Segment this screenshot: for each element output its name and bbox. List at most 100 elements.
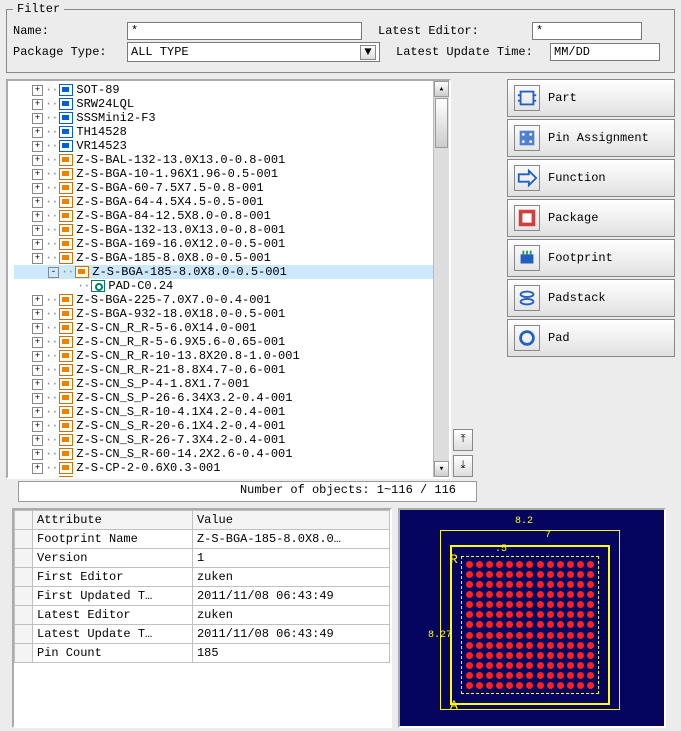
expand-icon[interactable]: - bbox=[48, 267, 59, 278]
expand-icon[interactable]: + bbox=[32, 435, 43, 446]
move-top-button[interactable]: ⤒ bbox=[453, 429, 473, 451]
pad-icon bbox=[514, 325, 540, 351]
tree-item[interactable]: ··PAD-C0.24 bbox=[14, 279, 433, 293]
table-row[interactable]: Version1 bbox=[15, 549, 390, 568]
expand-icon[interactable]: + bbox=[32, 365, 43, 376]
expand-icon[interactable]: + bbox=[32, 393, 43, 404]
tree-item[interactable]: +··Z-S-CN_S_R-60-14.2X2.6-0.4-001 bbox=[14, 447, 433, 461]
expand-icon[interactable]: + bbox=[32, 337, 43, 348]
expand-icon[interactable]: + bbox=[32, 421, 43, 432]
expand-icon[interactable]: + bbox=[32, 99, 43, 110]
pad-button[interactable]: Pad bbox=[507, 319, 675, 357]
blue-icon bbox=[59, 140, 73, 152]
tree-item[interactable]: +··Z-S-CN_R_R-5-6.9X5.6-0.65-001 bbox=[14, 335, 433, 349]
tree-item[interactable]: +··Z-S-BGA-169-16.0X12.0-0.5-001 bbox=[14, 237, 433, 251]
expand-icon[interactable]: + bbox=[32, 351, 43, 362]
name-label: Name: bbox=[13, 24, 123, 38]
pin-assignment-button[interactable]: Pin Assignment bbox=[507, 119, 675, 157]
tree-item-label: Z-S-BGA-185-8.0X8.0-0.5-001 bbox=[92, 265, 286, 279]
expand-icon[interactable]: + bbox=[32, 85, 43, 96]
expand-icon[interactable]: + bbox=[32, 183, 43, 194]
expand-icon[interactable]: + bbox=[32, 253, 43, 264]
expand-icon[interactable]: + bbox=[32, 113, 43, 124]
tree-item[interactable]: +··Z-S-CN_S_R-26-7.3X4.2-0.4-001 bbox=[14, 433, 433, 447]
tree-item[interactable]: -··Z-S-BGA-185-8.0X8.0-0.5-001 bbox=[14, 265, 433, 279]
tree-item[interactable]: +··Z-S-CN_R_R-21-8.8X4.7-0.6-001 bbox=[14, 363, 433, 377]
package-type-select[interactable]: ALL TYPE ▼ bbox=[127, 42, 380, 62]
latest-editor-label: Latest Editor: bbox=[378, 24, 528, 38]
expand-icon[interactable]: + bbox=[32, 309, 43, 320]
name-input[interactable] bbox=[127, 22, 362, 40]
tree-item[interactable]: +··Z-S-CN_R_R-10-13.8X20.8-1.0-001 bbox=[14, 349, 433, 363]
tree-item[interactable]: +··Z-S-BGA-132-13.0X13.0-0.8-001 bbox=[14, 223, 433, 237]
table-row[interactable]: Latest Editorzuken bbox=[15, 606, 390, 625]
scroll-thumb[interactable] bbox=[435, 98, 448, 148]
expand-icon[interactable]: + bbox=[32, 127, 43, 138]
tree-item-label: PAD-C0.24 bbox=[108, 279, 173, 293]
tree-item[interactable]: +··Z-S-BGA-185-8.0X8.0-0.5-001 bbox=[14, 251, 433, 265]
tree-item[interactable]: +··Z-S-CN_S_R-20-6.1X4.2-0.4-001 bbox=[14, 419, 433, 433]
footprint-button[interactable]: Footprint bbox=[507, 239, 675, 277]
tree-item-label: Z-S-BGA-84-12.5X8.0-0.8-001 bbox=[76, 209, 270, 223]
tree-item[interactable]: +··Z-S-CN_S_R-10-4.1X4.2-0.4-001 bbox=[14, 405, 433, 419]
tree-item-label: Z-S-CN_S_P-4-1.8X1.7-001 bbox=[76, 377, 249, 391]
expand-icon[interactable]: + bbox=[32, 239, 43, 250]
table-row[interactable]: Footprint NameZ-S-BGA-185-8.0X8.0… bbox=[15, 530, 390, 549]
function-button[interactable]: Function bbox=[507, 159, 675, 197]
padstack-button[interactable]: Padstack bbox=[507, 279, 675, 317]
expand-icon[interactable]: + bbox=[32, 211, 43, 222]
table-row[interactable]: First Updated T…2011/11/08 06:43:49 bbox=[15, 587, 390, 606]
value-cell: Z-S-BGA-185-8.0X8.0… bbox=[192, 530, 389, 549]
tree-item[interactable]: +··Z-S-CP-2-0.6X0.3-001 bbox=[14, 461, 433, 475]
tree-item[interactable]: +··SOT-89 bbox=[14, 83, 433, 97]
expand-icon[interactable]: + bbox=[32, 225, 43, 236]
tree-item[interactable]: +··SSSMini2-F3 bbox=[14, 111, 433, 125]
tree-item-label: Z-S-CN_S_R-20-6.1X4.2-0.4-001 bbox=[76, 419, 285, 433]
table-row[interactable]: Pin Count185 bbox=[15, 644, 390, 663]
tree-item[interactable]: +··Z-S-CN_S_P-26-6.34X3.2-0.4-001 bbox=[14, 391, 433, 405]
expand-icon[interactable]: + bbox=[32, 379, 43, 390]
expand-icon[interactable]: + bbox=[32, 449, 43, 460]
tree-item[interactable]: +··TH14528 bbox=[14, 125, 433, 139]
tree-item[interactable]: +··Z-S-BGA-64-4.5X4.5-0.5-001 bbox=[14, 195, 433, 209]
expand-icon[interactable]: + bbox=[32, 169, 43, 180]
expand-icon[interactable]: + bbox=[32, 141, 43, 152]
side-label: Footprint bbox=[548, 251, 613, 265]
tree-item-label: Z-S-CN_S_R-60-14.2X2.6-0.4-001 bbox=[76, 447, 292, 461]
expand-icon[interactable]: + bbox=[32, 295, 43, 306]
move-bottom-button[interactable]: ⤓ bbox=[453, 455, 473, 477]
tree-item[interactable]: +··Z-S-BGA-60-7.5X7.5-0.8-001 bbox=[14, 181, 433, 195]
tree-item[interactable]: +··Z-S-BGA-225-7.0X7.0-0.4-001 bbox=[14, 293, 433, 307]
tree-item[interactable]: +··Z-S-BGA-932-18.0X18.0-0.5-001 bbox=[14, 307, 433, 321]
latest-editor-input[interactable] bbox=[532, 22, 642, 40]
scrollbar-vertical[interactable]: ▴ ▾ bbox=[433, 81, 449, 477]
expand-icon[interactable]: + bbox=[32, 323, 43, 334]
scroll-up-icon[interactable]: ▴ bbox=[434, 81, 449, 97]
tree-item[interactable]: +··VR14523 bbox=[14, 139, 433, 153]
package-button[interactable]: Package bbox=[507, 199, 675, 237]
expand-icon[interactable]: + bbox=[32, 477, 43, 478]
tree-item[interactable]: +··Z-S-CN_S_P-4-1.8X1.7-001 bbox=[14, 377, 433, 391]
tree-item[interactable]: +··SRW24LQL bbox=[14, 97, 433, 111]
tree-item[interactable]: +··Z-S-BGA-10-1.96X1.96-0.5-001 bbox=[14, 167, 433, 181]
side-label: Pad bbox=[548, 331, 570, 345]
expand-icon[interactable]: + bbox=[32, 463, 43, 474]
orange-icon bbox=[59, 378, 73, 390]
table-row[interactable]: Latest Update T…2011/11/08 06:43:49 bbox=[15, 625, 390, 644]
table-row[interactable]: First Editorzuken bbox=[15, 568, 390, 587]
expand-icon[interactable]: + bbox=[32, 155, 43, 166]
latest-update-input[interactable] bbox=[550, 43, 660, 61]
orange-icon bbox=[59, 364, 73, 376]
chevron-down-icon[interactable]: ▼ bbox=[360, 45, 376, 60]
expand-icon[interactable]: + bbox=[32, 407, 43, 418]
tree-item[interactable]: +··Z-S-BGA-84-12.5X8.0-0.8-001 bbox=[14, 209, 433, 223]
tree-item-label: Z-S-BGA-64-4.5X4.5-0.5-001 bbox=[76, 195, 263, 209]
tree-item[interactable]: +··Z-S-BAL-132-13.0X13.0-0.8-001 bbox=[14, 153, 433, 167]
scroll-down-icon[interactable]: ▾ bbox=[434, 461, 449, 477]
tree-item[interactable]: +··Z-S-CP-2-1.0X0.5-001 bbox=[14, 475, 433, 477]
object-tree[interactable]: +··SOT-89+··SRW24LQL+··SSSMini2-F3+··TH1… bbox=[6, 79, 451, 479]
expand-icon[interactable]: + bbox=[32, 197, 43, 208]
part-button[interactable]: Part bbox=[507, 79, 675, 117]
tree-item[interactable]: +··Z-S-CN_R_R-5-6.0X14.0-001 bbox=[14, 321, 433, 335]
footprint-preview: 8.2 7 .5 8.2 7 R A bbox=[398, 508, 666, 728]
